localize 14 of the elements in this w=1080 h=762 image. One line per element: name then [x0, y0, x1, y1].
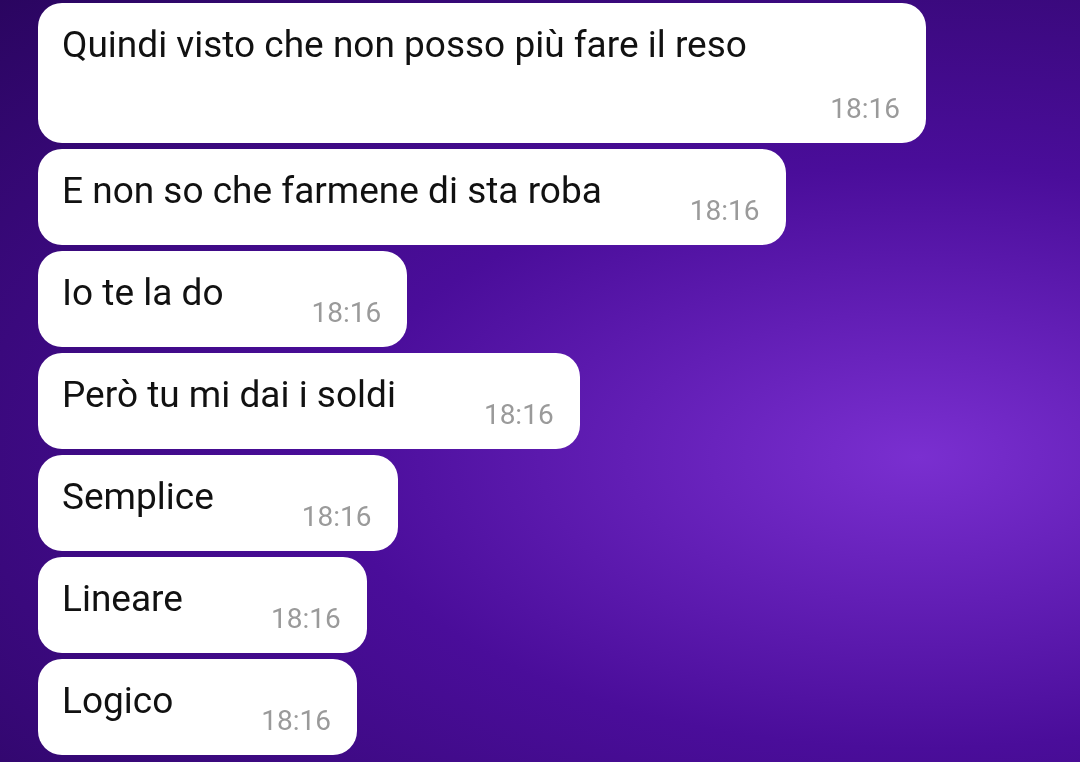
message-time: 18:16: [301, 501, 372, 533]
message-time: 18:16: [689, 195, 760, 227]
message-time: 18:16: [483, 399, 554, 431]
message-text: Io te la do: [62, 271, 224, 315]
message-time: 18:16: [830, 93, 900, 125]
message-text: Logico: [62, 679, 174, 723]
message-text: Però tu mi dai i soldi: [62, 373, 396, 417]
message-text: Semplice: [62, 475, 214, 519]
message-time: 18:16: [311, 297, 382, 329]
message-time: 18:16: [270, 603, 341, 635]
message-text: Quindi visto che non posso più fare il reso: [62, 23, 747, 67]
message-text: E non so che farmene di sta roba: [62, 169, 602, 213]
message-time: 18:16: [261, 705, 331, 737]
message-text: Lineare: [62, 577, 183, 621]
